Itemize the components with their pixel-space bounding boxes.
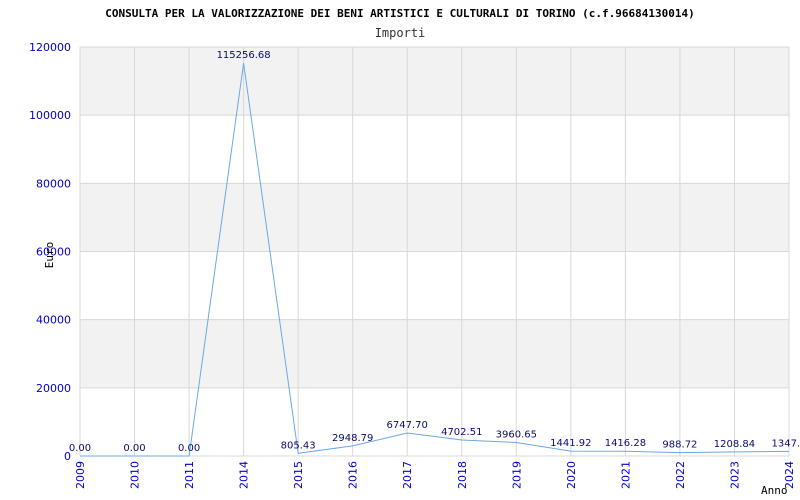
x-tick-label: 2021 [619, 461, 632, 489]
background-band [80, 183, 789, 252]
x-tick-label: 2022 [674, 461, 687, 489]
x-tick-label: 2019 [510, 461, 523, 489]
y-tick-label: 100000 [29, 109, 71, 122]
line-chart: CONSULTA PER LA VALORIZZAZIONE DEI BENI … [29, 7, 800, 497]
background-band [80, 319, 789, 388]
y-axis-title: Euro [43, 242, 56, 269]
data-label: 0.00 [178, 443, 200, 454]
x-tick-label: 2014 [238, 461, 251, 489]
y-tick-label: 40000 [36, 314, 71, 327]
background-band [80, 47, 789, 116]
x-axis-ticks: 2009 2010 2011 2014 2015 2016 2017 2018 2019 2020… [74, 461, 796, 489]
data-label: 2948.79 [332, 433, 373, 444]
background-band [80, 115, 789, 184]
background-band [80, 251, 789, 320]
data-label: 1416.28 [605, 438, 646, 449]
data-label: 0.00 [123, 443, 145, 454]
x-tick-label: 2010 [129, 461, 142, 489]
data-label: 988.72 [662, 440, 697, 451]
data-label: 4702.51 [441, 427, 482, 438]
x-axis-title: Anno [761, 484, 788, 497]
data-label: 1441.92 [550, 438, 591, 449]
x-tick-label: 2017 [401, 461, 414, 489]
data-label: 805.43 [281, 440, 316, 451]
data-label: 3960.65 [496, 430, 537, 441]
x-tick-label: 2011 [183, 461, 196, 489]
x-tick-label: 2023 [728, 461, 741, 489]
chart-subtitle: Importi [375, 26, 426, 40]
x-tick-label: 2020 [565, 461, 578, 489]
data-label: 1208.84 [714, 439, 755, 450]
x-tick-label: 2018 [456, 461, 469, 489]
y-tick-label: 20000 [36, 382, 71, 395]
data-label: 6747.70 [387, 420, 428, 431]
y-tick-label: 80000 [36, 177, 71, 190]
data-label: 0.00 [69, 443, 91, 454]
data-label: 115256.68 [217, 50, 271, 61]
x-tick-label: 2015 [292, 461, 305, 489]
x-tick-label: 2009 [74, 461, 87, 489]
x-tick-label: 2016 [347, 461, 360, 489]
chart-title: CONSULTA PER LA VALORIZZAZIONE DEI BENI … [105, 7, 694, 20]
data-label: 1347.6 [772, 438, 800, 449]
y-tick-label: 120000 [29, 41, 71, 54]
